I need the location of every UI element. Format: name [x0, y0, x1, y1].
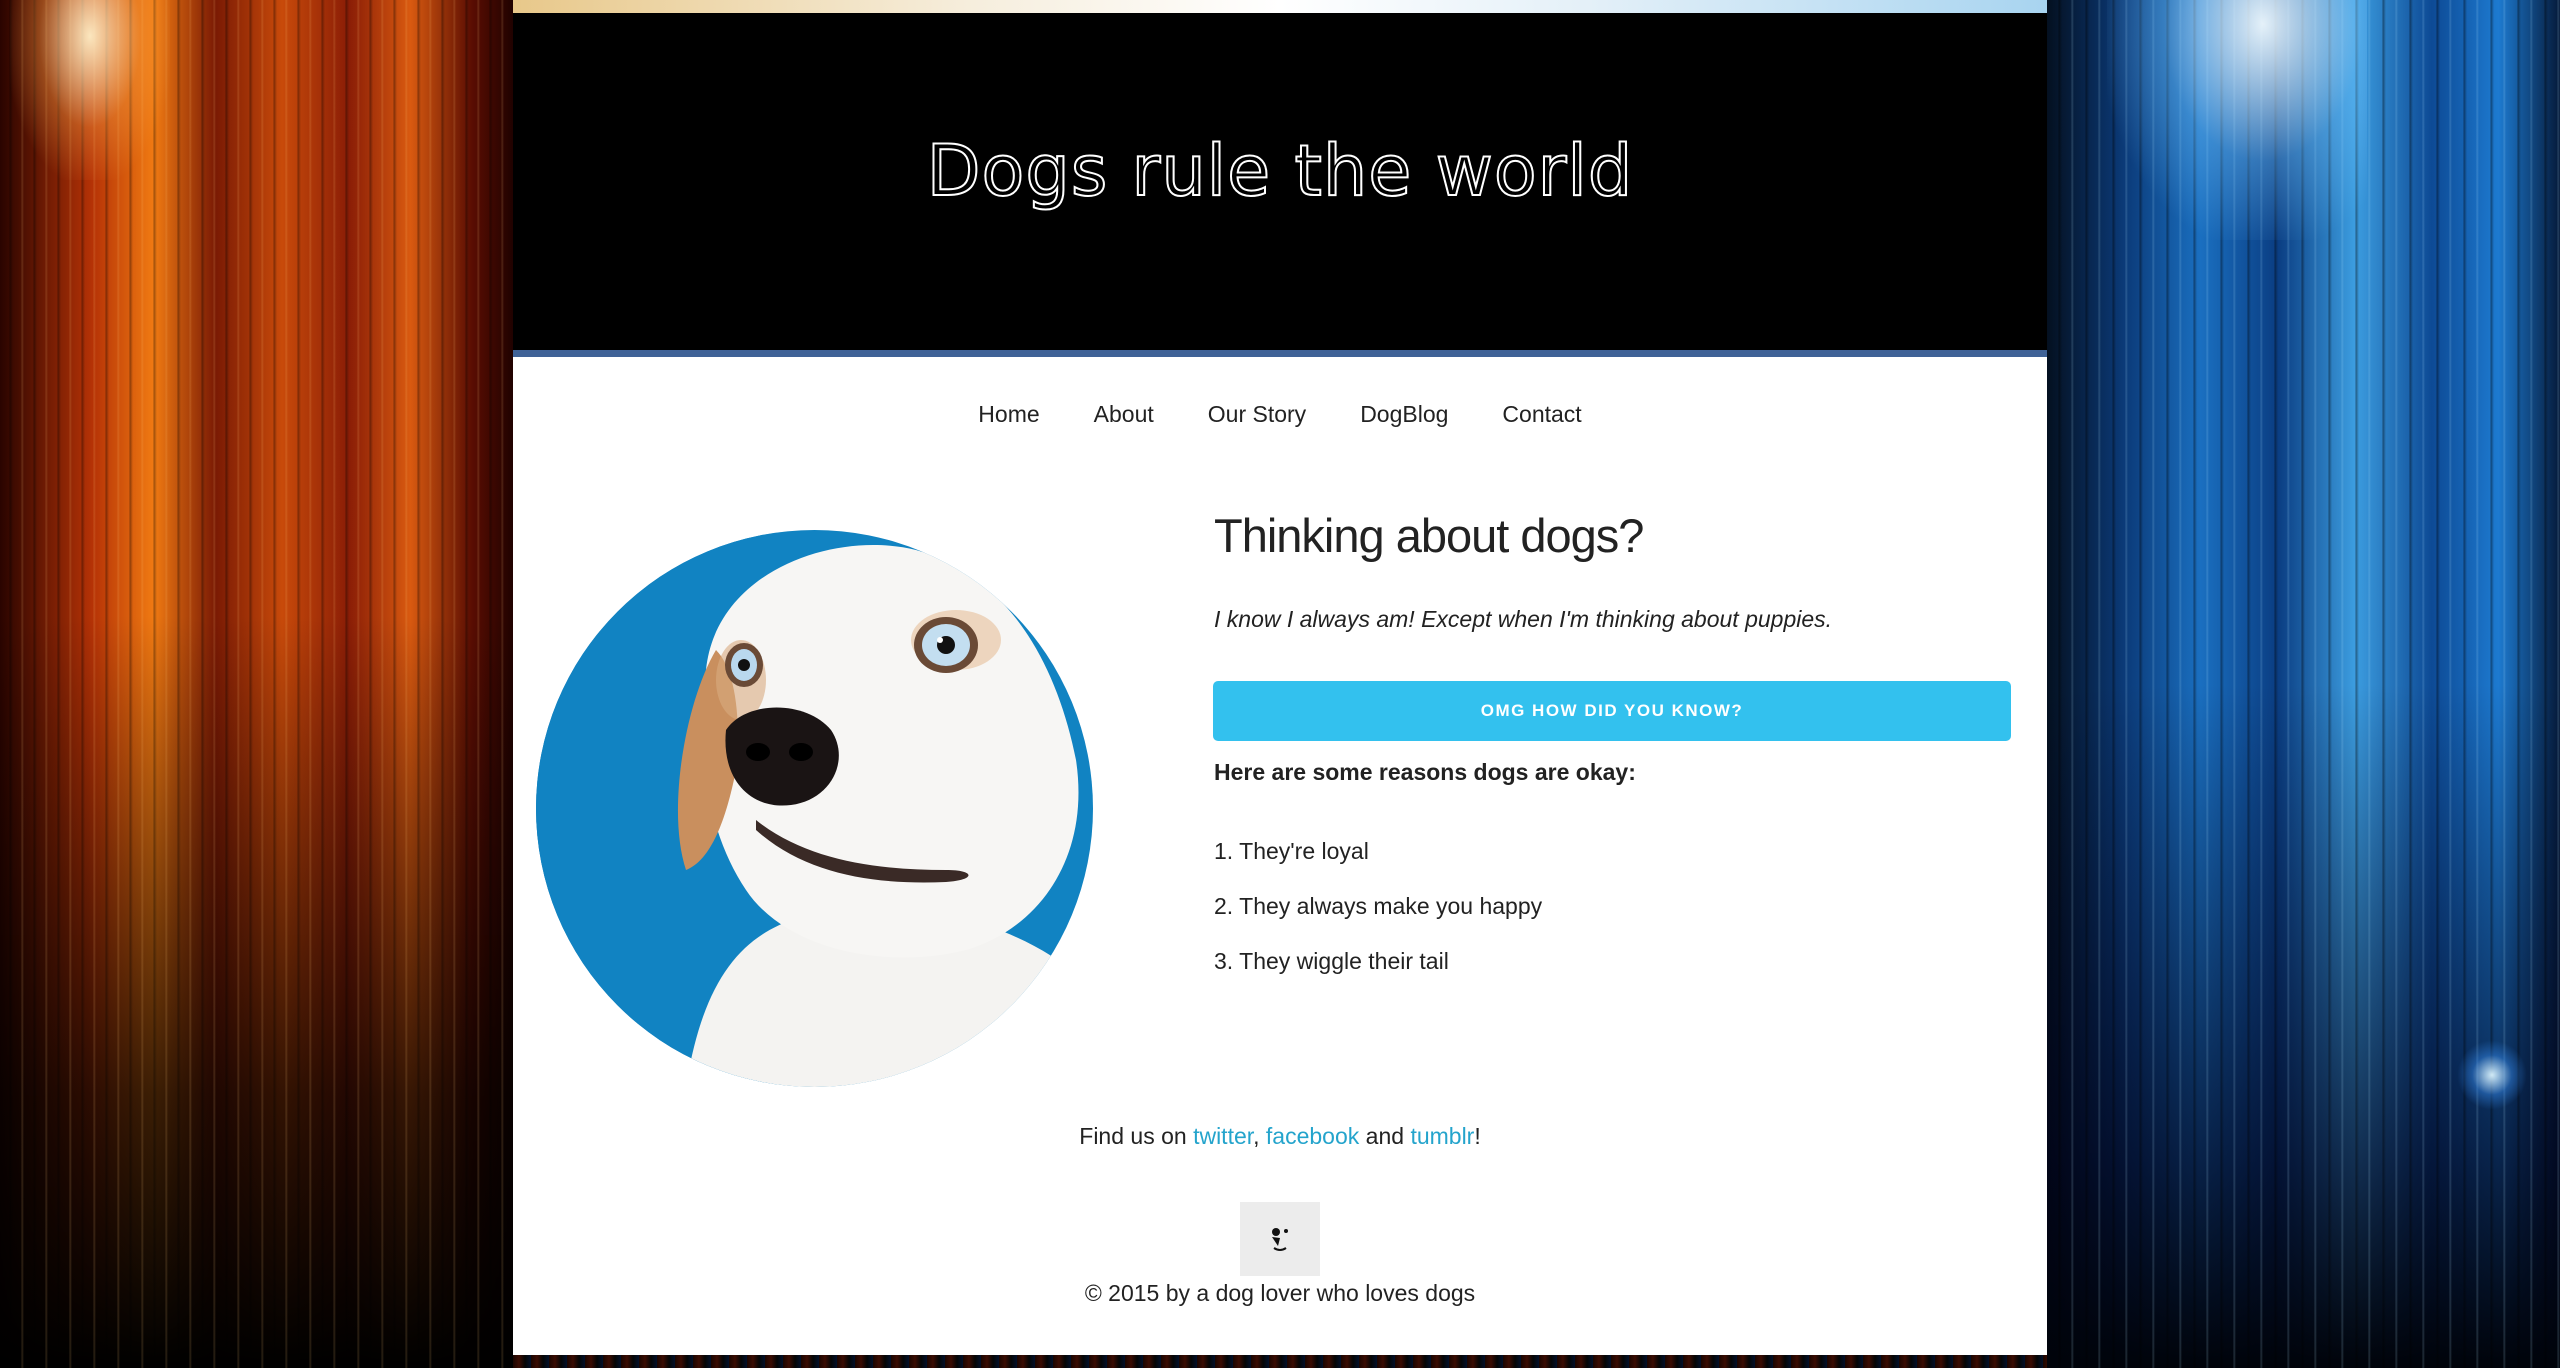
- social-links: Find us on twitter, facebook and tumblr!: [513, 1123, 2047, 1150]
- reasons-list: 1. They're loyal 2. They always make you…: [1214, 837, 1542, 1002]
- social-separator: and: [1359, 1123, 1411, 1149]
- tagline: I know I always am! Except when I'm thin…: [1214, 606, 1833, 632]
- tumblr-link[interactable]: tumblr: [1410, 1123, 1474, 1149]
- background-left-streaks: [0, 0, 513, 1368]
- copyright: © 2015 by a dog lover who loves dogs: [1084, 1280, 1476, 1306]
- background-right-streaks: [2047, 0, 2560, 1368]
- social-separator: ,: [1253, 1123, 1266, 1149]
- page-container: Dogs rule the world Home About Our Story…: [513, 13, 2047, 1355]
- omg-button[interactable]: OMG HOW DID YOU KNOW?: [1213, 681, 2011, 741]
- social-suffix: !: [1474, 1123, 1481, 1149]
- list-item: 1. They're loyal: [1214, 838, 1369, 864]
- facebook-link[interactable]: facebook: [1266, 1123, 1359, 1149]
- nav-item-home[interactable]: Home: [951, 384, 1066, 444]
- nav-item-our-story[interactable]: Our Story: [1181, 384, 1333, 444]
- dog-photo: [536, 530, 1093, 1087]
- dog-face-icon: [1240, 1202, 1320, 1276]
- list-item: 2. They always make you happy: [1214, 893, 1543, 919]
- background-bottom-strip: [513, 1355, 2047, 1368]
- site-title: Dogs rule the world: [926, 130, 1634, 212]
- nav-item-dogblog[interactable]: DogBlog: [1333, 384, 1475, 444]
- twitter-link[interactable]: twitter: [1193, 1123, 1253, 1149]
- light-glint: [2457, 1040, 2527, 1110]
- list-item: 3. They wiggle their tail: [1214, 948, 1449, 974]
- background-top-strip: [513, 0, 2047, 13]
- nav-item-contact[interactable]: Contact: [1475, 384, 1608, 444]
- dog-illustration: [536, 530, 1093, 1087]
- main-nav: Home About Our Story DogBlog Contact: [513, 384, 2047, 444]
- site-header: Dogs rule the world: [513, 13, 2047, 357]
- main-heading: Thinking about dogs?: [1214, 509, 1644, 562]
- social-prefix: Find us on: [1079, 1123, 1194, 1149]
- reasons-title: Here are some reasons dogs are okay:: [1214, 759, 1636, 785]
- nav-item-about[interactable]: About: [1067, 384, 1181, 444]
